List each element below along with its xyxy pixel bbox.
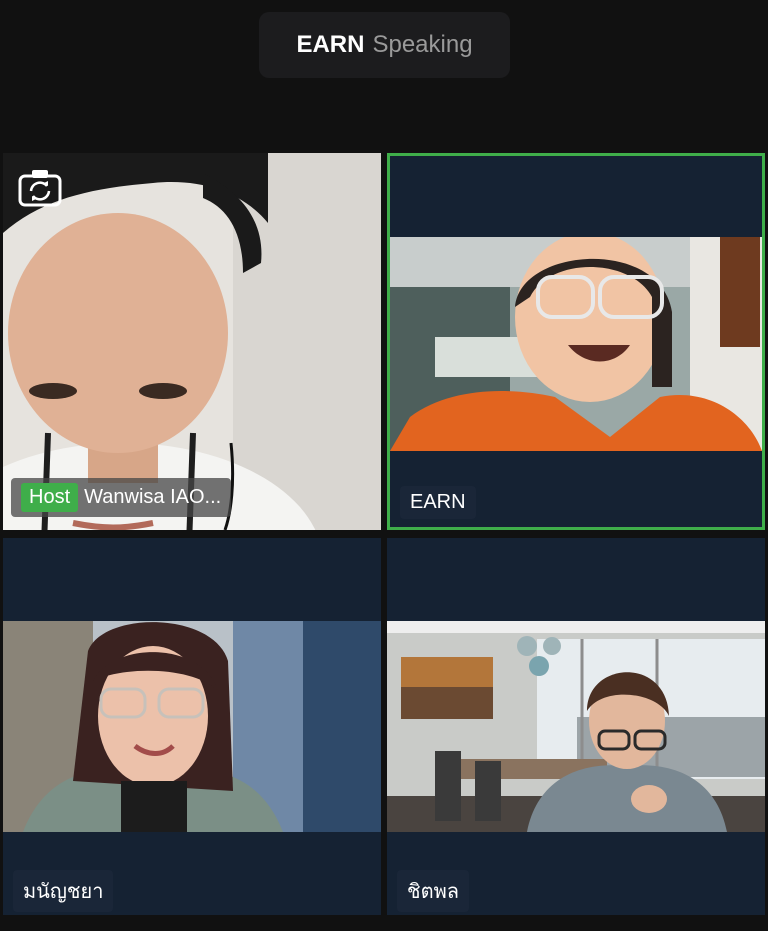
participant-video (387, 621, 765, 832)
active-speaker-status: Speaking (372, 31, 473, 58)
participant-name: Wanwisa IAO... (84, 486, 222, 508)
participant-video (390, 237, 762, 451)
participant-tile[interactable]: ชิตพล (387, 538, 765, 915)
participant-tile[interactable]: มนัญชยา (3, 538, 381, 915)
participant-video (3, 153, 381, 530)
active-speaker-indicator: EARN Speaking (259, 12, 510, 78)
host-badge: Host (21, 483, 79, 512)
participant-name: EARN (410, 491, 466, 513)
participant-name: มนัญชยา (23, 881, 104, 903)
participant-name-label: ชิตพล (397, 870, 470, 912)
participant-name-label: มนัญชยา (13, 870, 114, 912)
participant-name-label: EARN (400, 486, 476, 519)
participant-name-label: Host Wanwisa IAO... (11, 478, 232, 517)
participant-tile-active-speaker[interactable]: EARN (387, 153, 765, 530)
video-call-screen: EARN Speaking Host Wanwisa IAO... EARN ม… (0, 0, 768, 931)
participant-name: ชิตพล (407, 881, 460, 903)
participant-video (3, 621, 381, 832)
camera-switch-icon[interactable] (17, 167, 63, 209)
participant-tile-host[interactable]: Host Wanwisa IAO... (3, 153, 381, 530)
active-speaker-name: EARN (296, 31, 365, 58)
